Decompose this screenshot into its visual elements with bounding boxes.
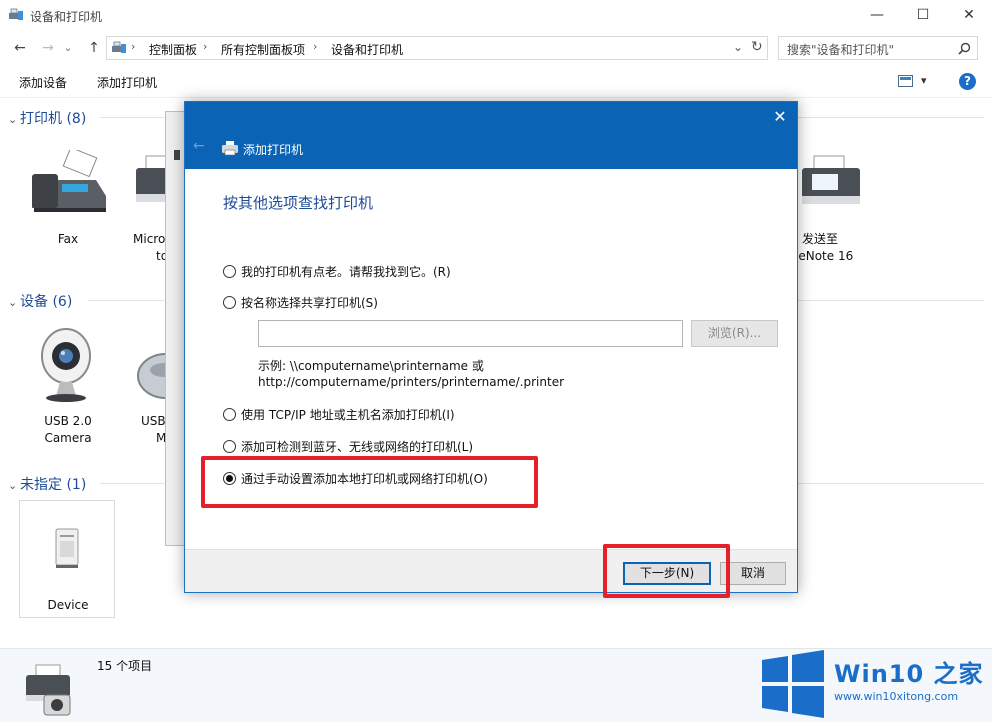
group-title: 打印机 (8) <box>20 111 87 127</box>
forward-icon[interactable]: → <box>38 38 58 58</box>
group-divider <box>798 300 984 301</box>
collapse-chevron-icon[interactable]: ⌄ <box>8 296 20 309</box>
option-shared-by-name[interactable]: 按名称选择共享打印机(S) <box>223 294 378 311</box>
search-input[interactable]: 搜索"设备和打印机" <box>778 36 978 60</box>
breadcrumb-sep-icon: › <box>203 40 208 53</box>
example-text-line2: http://computername/printers/printername… <box>258 375 565 389</box>
dialog-back-icon[interactable]: ← <box>193 138 205 154</box>
maximize-button[interactable]: ☐ <box>900 0 946 32</box>
group-divider <box>798 483 984 484</box>
group-divider <box>798 117 984 118</box>
option-label: 使用 TCP/IP 地址或主机名添加打印机(I) <box>241 408 455 422</box>
close-window-button[interactable]: ✕ <box>946 0 992 32</box>
add-device-button[interactable]: 添加设备 <box>19 74 67 91</box>
minimize-button[interactable]: — <box>854 0 900 32</box>
breadcrumb-sep-icon: › <box>131 40 136 53</box>
search-icon[interactable] <box>958 42 971 55</box>
refresh-icon[interactable]: ↻ <box>751 39 763 55</box>
dialog-close-button[interactable]: ✕ <box>769 106 791 128</box>
group-header-devices[interactable]: ⌄ 设备 (6) <box>8 291 72 311</box>
breadcrumb-control-panel[interactable]: 控制面板 <box>149 41 197 58</box>
device-label-line2: Camera <box>44 431 92 445</box>
example-text-line1: 示例: \\computername\printername 或 <box>258 359 484 373</box>
search-placeholder: 搜索"设备和打印机" <box>787 43 895 57</box>
watermark-brand: Win10 之家 <box>834 660 984 688</box>
fax-icon <box>32 150 106 212</box>
devices-printers-icon <box>9 8 23 20</box>
device-item-fax[interactable]: Fax <box>20 140 116 260</box>
device-item-unknown[interactable]: Device <box>19 500 115 618</box>
radio-old-printer[interactable] <box>223 265 236 278</box>
windows-logo-icon <box>762 650 824 718</box>
dialog-header: ✕ ← 添加打印机 <box>185 102 797 169</box>
breadcrumb-all-items[interactable]: 所有控制面板项 <box>221 41 305 58</box>
option-label: 我的打印机有点老。请帮我找到它。(R) <box>241 265 451 279</box>
highlight-box-next <box>603 544 730 598</box>
printer-camera-icon <box>26 664 71 716</box>
dialog-heading: 按其他选项查找打印机 <box>223 194 374 212</box>
group-header-printers[interactable]: ⌄ 打印机 (8) <box>8 108 86 128</box>
devices-and-printers-window: 设备和打印机 — ☐ ✕ ← → ⌄ ↑ › 控制面板 › 所有控制面板项 › … <box>0 0 992 722</box>
back-icon[interactable]: ← <box>10 38 30 58</box>
watermark-site: www.win10xitong.com <box>834 690 959 703</box>
printer-icon <box>802 155 860 204</box>
radio-bluetooth-wireless[interactable] <box>223 440 236 453</box>
title-bar: 设备和打印机 — ☐ ✕ <box>0 0 992 32</box>
option-label: 添加可检测到蓝牙、无线或网络的打印机(L) <box>241 440 474 454</box>
highlight-box-option <box>201 456 538 508</box>
option-tcp-ip[interactable]: 使用 TCP/IP 地址或主机名添加打印机(I) <box>223 406 455 423</box>
item-count: 15 个项目 <box>97 659 153 673</box>
printer-icon <box>222 141 238 156</box>
add-printer-button[interactable]: 添加打印机 <box>97 74 157 91</box>
option-bluetooth-wireless[interactable]: 添加可检测到蓝牙、无线或网络的打印机(L) <box>223 438 473 455</box>
dialog-title: 添加打印机 <box>243 143 304 157</box>
help-icon[interactable]: ? <box>959 73 976 90</box>
group-header-unspecified[interactable]: ⌄ 未指定 (1) <box>8 474 86 494</box>
background-dialog-icon <box>174 150 180 160</box>
command-bar: 添加设备 添加打印机 ▾ ? <box>0 66 992 98</box>
up-icon[interactable]: ↑ <box>84 38 104 58</box>
view-icon[interactable] <box>898 75 913 87</box>
device-label: Device <box>47 598 89 612</box>
collapse-chevron-icon[interactable]: ⌄ <box>8 479 20 492</box>
breadcrumb-devices-printers[interactable]: 设备和打印机 <box>331 41 403 58</box>
add-printer-dialog: ✕ ← 添加打印机 按其他选项查找打印机 我的打印机有点老。请帮我找到它。(R)… <box>184 101 798 593</box>
shared-printer-name-input[interactable] <box>258 320 683 347</box>
group-title: 未指定 (1) <box>20 477 87 493</box>
address-row: ← → ⌄ ↑ › 控制面板 › 所有控制面板项 › 设备和打印机 ⌄ ↻ 搜索… <box>0 34 992 62</box>
collapse-chevron-icon[interactable]: ⌄ <box>8 113 20 126</box>
view-dropdown-icon[interactable]: ▾ <box>921 74 927 87</box>
webcam-icon <box>41 328 91 402</box>
window-title: 设备和打印机 <box>30 10 103 24</box>
address-bar[interactable]: › 控制面板 › 所有控制面板项 › 设备和打印机 ⌄ ↻ <box>106 36 768 60</box>
device-item-onenote[interactable]: 发送至 neNote 16 <box>790 140 886 263</box>
option-label: 按名称选择共享打印机(S) <box>241 296 378 310</box>
device-label: Fax <box>57 232 79 246</box>
watermark: Win10 之家 www.win10xitong.com <box>758 648 992 722</box>
generic-device-icon <box>55 528 79 568</box>
breadcrumb-sep-icon: › <box>313 40 318 53</box>
option-old-printer[interactable]: 我的打印机有点老。请帮我找到它。(R) <box>223 263 451 280</box>
device-label: USB 2.0 <box>44 414 92 428</box>
device-item-usb-camera[interactable]: USB 2.0 Camera <box>20 322 116 445</box>
group-title: 设备 (6) <box>20 294 73 310</box>
recent-locations-icon[interactable]: ⌄ <box>62 38 74 58</box>
control-panel-icon <box>112 41 126 53</box>
radio-tcp-ip[interactable] <box>223 408 236 421</box>
browse-button[interactable]: 浏览(R)... <box>691 320 778 347</box>
radio-shared-by-name[interactable] <box>223 296 236 309</box>
address-dropdown-icon[interactable]: ⌄ <box>733 40 743 54</box>
